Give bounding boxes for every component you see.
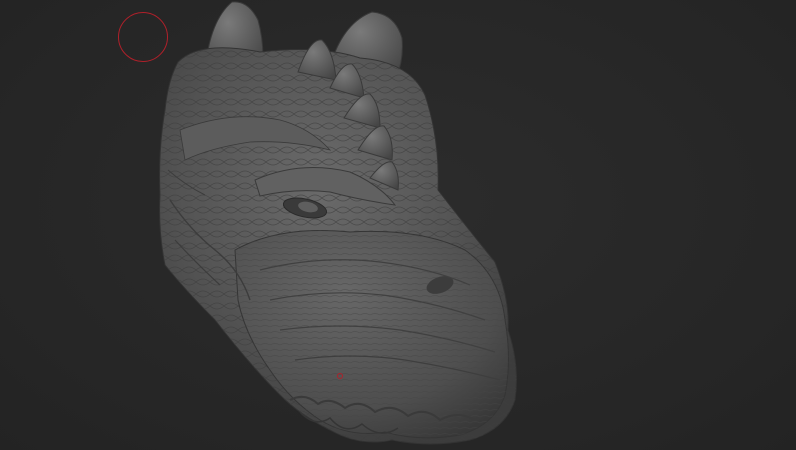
sculpt-viewport[interactable]: [0, 0, 796, 450]
brush-radius-circle-icon: [118, 12, 168, 62]
brush-center-dot-icon: [337, 373, 343, 379]
dragon-head-model[interactable]: [0, 0, 796, 450]
